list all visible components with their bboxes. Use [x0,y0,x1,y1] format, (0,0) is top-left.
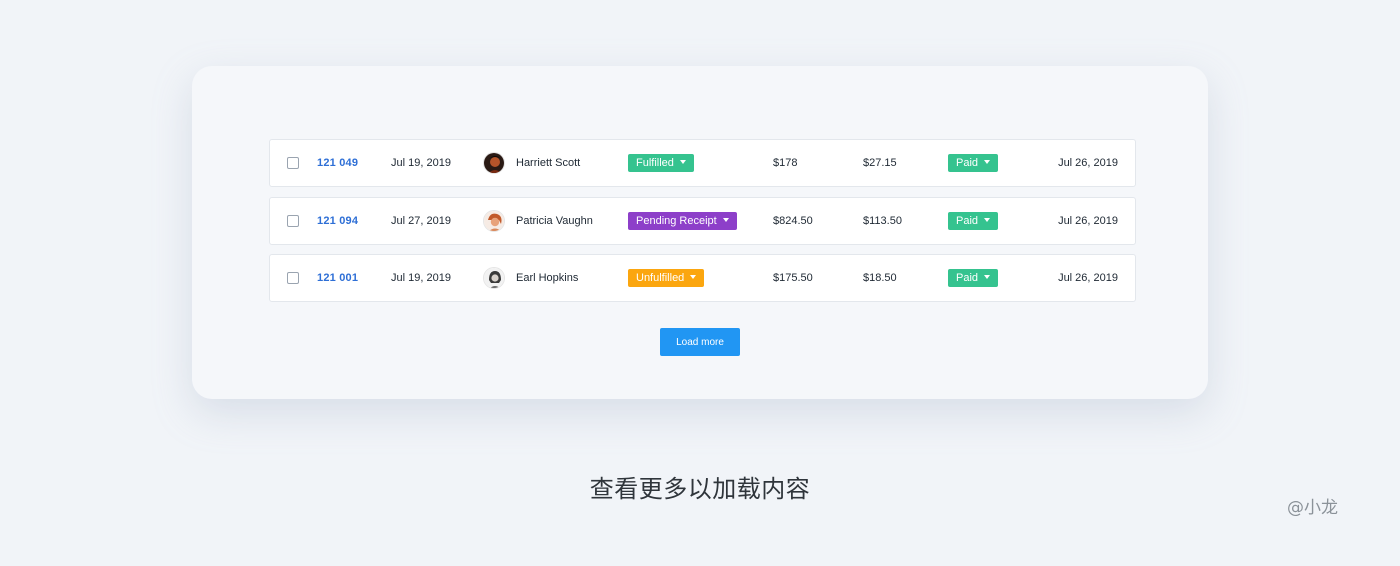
payment-status-dropdown[interactable]: Paid [948,269,999,287]
order-total: $824.50 [773,214,813,227]
payment-status-dropdown[interactable]: Paid [948,154,999,172]
table-row[interactable]: 121 049 Jul 19, 2019 Harriett Scott Fulf… [269,139,1136,187]
order-date: Jul 27, 2019 [391,214,451,227]
fulfillment-status-dropdown[interactable]: Pending Receipt [628,211,737,230]
fulfillment-status-dropdown[interactable]: Unfulfilled [628,269,705,287]
load-more-button[interactable]: Load more [660,328,740,356]
payment-status-label: Paid [956,157,979,169]
fulfillment-status-label: Unfulfilled [636,272,685,284]
caret-down-icon [984,275,991,280]
caret-down-icon [984,160,991,165]
fulfillment-status-dropdown[interactable]: Fulfilled [628,154,694,172]
row-checkbox[interactable] [287,157,299,169]
customer-name: Patricia Vaughn [516,214,593,227]
customer-avatar [483,267,505,289]
order-total: $178 [773,157,798,169]
caption-text: 查看更多以加载内容 [589,475,811,503]
order-date: Jul 19, 2019 [391,157,451,169]
orders-card: 121 049 Jul 19, 2019 Harriett Scott Fulf… [192,66,1208,399]
due-date: Jul 26, 2019 [1058,272,1118,284]
caret-down-icon [984,217,991,222]
table-row[interactable]: 121 001 Jul 19, 2019 Earl Hopkins Unfulf… [269,254,1136,302]
fulfillment-status-label: Pending Receipt [636,214,717,227]
avatar-dark-portrait-icon [484,153,504,173]
customer-name: Earl Hopkins [516,272,579,284]
payment-status-label: Paid [956,272,979,284]
caret-down-icon [690,275,697,280]
caret-down-icon [722,217,729,222]
customer-avatar [483,152,505,174]
due-date: Jul 26, 2019 [1058,214,1118,227]
shipping-cost: $27.15 [863,157,897,169]
author-watermark: @小龙 [1287,498,1338,518]
fulfillment-status-label: Fulfilled [636,157,674,169]
order-id[interactable]: 121 049 [317,157,358,169]
order-id[interactable]: 121 094 [317,215,358,227]
customer-avatar [483,209,505,232]
caret-down-icon [679,160,686,165]
due-date: Jul 26, 2019 [1058,157,1118,169]
orders-list: 121 049 Jul 19, 2019 Harriett Scott Fulf… [269,139,1136,312]
customer-name: Harriett Scott [516,157,581,169]
row-checkbox[interactable] [287,214,299,227]
order-id[interactable]: 121 001 [317,272,358,284]
row-checkbox[interactable] [287,272,299,284]
table-row[interactable]: 121 094 Jul 27, 2019 Patricia Vaughn Pen… [269,196,1136,245]
payment-status-label: Paid [956,214,979,227]
order-total: $175.50 [773,272,813,284]
order-date: Jul 19, 2019 [391,272,451,284]
shipping-cost: $113.50 [863,214,902,227]
avatar-mono-portrait-icon [484,268,504,288]
stage: 121 049 Jul 19, 2019 Harriett Scott Fulf… [0,0,1400,566]
avatar-warm-portrait-icon [484,210,504,231]
shipping-cost: $18.50 [863,272,897,284]
payment-status-dropdown[interactable]: Paid [948,211,999,230]
